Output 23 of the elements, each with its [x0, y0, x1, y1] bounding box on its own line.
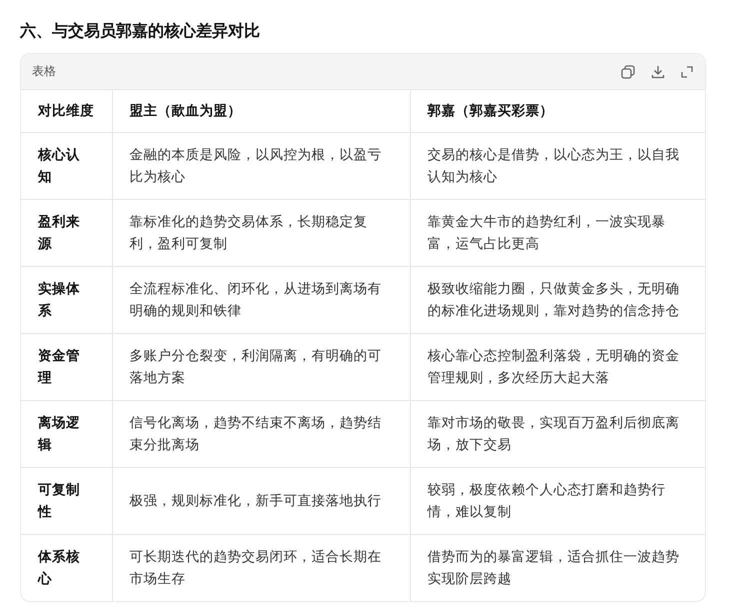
- section-heading: 六、与交易员郭嘉的核心差异对比: [20, 20, 261, 42]
- row-header: 资金管理: [21, 334, 112, 400]
- row-header: 盈利来源: [21, 200, 112, 266]
- row-header: 核心认知: [21, 132, 112, 200]
- column-header: 盟主（歃血为盟）: [112, 90, 410, 132]
- row-header: 离场逻辑: [21, 400, 112, 468]
- table-cell: 借势而为的暴富逻辑，适合抓住一波趋势实现阶层跨越: [410, 534, 705, 601]
- table-cell: 全流程标准化、闭环化，从进场到离场有明确的规则和铁律: [112, 266, 410, 334]
- table-cell: 多账户分仓裂变，利润隔离，有明确的可落地方案: [112, 334, 410, 400]
- row-header: 可复制性: [21, 468, 112, 534]
- table-cell: 极强，规则标准化，新手可直接落地执行: [112, 468, 410, 534]
- table-label: 表格: [32, 63, 57, 80]
- column-header: 对比维度: [21, 90, 112, 132]
- row-header: 实操体系: [21, 266, 112, 334]
- table-cell: 信号化离场，趋势不结束不离场，趋势结束分批离场: [112, 400, 410, 468]
- table-cell: 靠标准化的趋势交易体系，长期稳定复利，盈利可复制: [112, 200, 410, 266]
- row-header: 体系核心: [21, 534, 112, 601]
- table-cell: 金融的本质是风险，以风控为根，以盈亏比为核心: [112, 132, 410, 200]
- column-header: 郭嘉（郭嘉买彩票）: [410, 90, 705, 132]
- copy-icon[interactable]: [621, 64, 635, 78]
- table-cell: 交易的核心是借势，以心态为王，以自我认知为核心: [410, 132, 705, 200]
- download-icon[interactable]: [651, 64, 665, 78]
- expand-icon[interactable]: [681, 66, 693, 78]
